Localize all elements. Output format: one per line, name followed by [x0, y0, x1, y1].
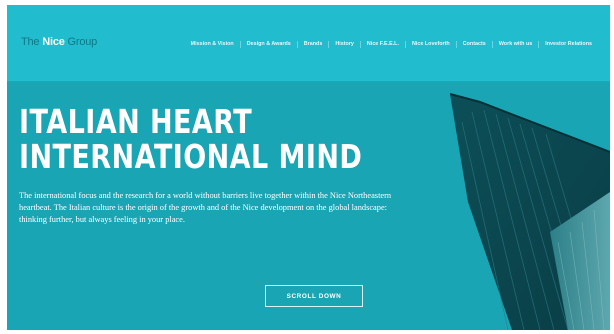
logo-prefix: The: [21, 36, 43, 48]
logo-strong: Nice: [42, 36, 65, 48]
page-frame: The Nice Group Mission & Vision Design &…: [7, 5, 610, 330]
nav-item-design-awards[interactable]: Design & Awards: [239, 41, 297, 48]
nav-item-contacts[interactable]: Contacts: [455, 41, 492, 48]
headline-line-1: ITALIAN HEART: [19, 102, 253, 141]
scroll-down-button[interactable]: SCROLL DOWN: [265, 285, 363, 307]
hero-section: ITALIAN HEART INTERNATIONAL MIND The int…: [7, 82, 610, 330]
nav-item-nice-feel[interactable]: Nice F.E.E.L.: [359, 41, 405, 48]
headline-line-2: INTERNATIONAL MIND: [19, 137, 363, 176]
nav-item-history[interactable]: History: [328, 41, 360, 48]
building-image: [450, 93, 610, 330]
nav-item-brands[interactable]: Brands: [296, 41, 329, 48]
logo-suffix: Group: [64, 36, 98, 48]
hero-headline: ITALIAN HEART INTERNATIONAL MIND: [19, 104, 362, 174]
nav-item-investor-relations[interactable]: Investor Relations: [538, 41, 598, 48]
site-header: The Nice Group Mission & Vision Design &…: [7, 5, 610, 82]
nav-item-nice-loveforth[interactable]: Nice Loveforth: [404, 41, 456, 48]
hero-intro-text: The international focus and the research…: [19, 191, 392, 224]
nav-item-work-with-us[interactable]: Work with us: [491, 41, 538, 48]
main-nav: Mission & Vision Design & Awards Brands …: [185, 41, 598, 48]
nav-item-mission-vision[interactable]: Mission & Vision: [185, 41, 240, 48]
brand-logo[interactable]: The Nice Group: [21, 36, 97, 48]
